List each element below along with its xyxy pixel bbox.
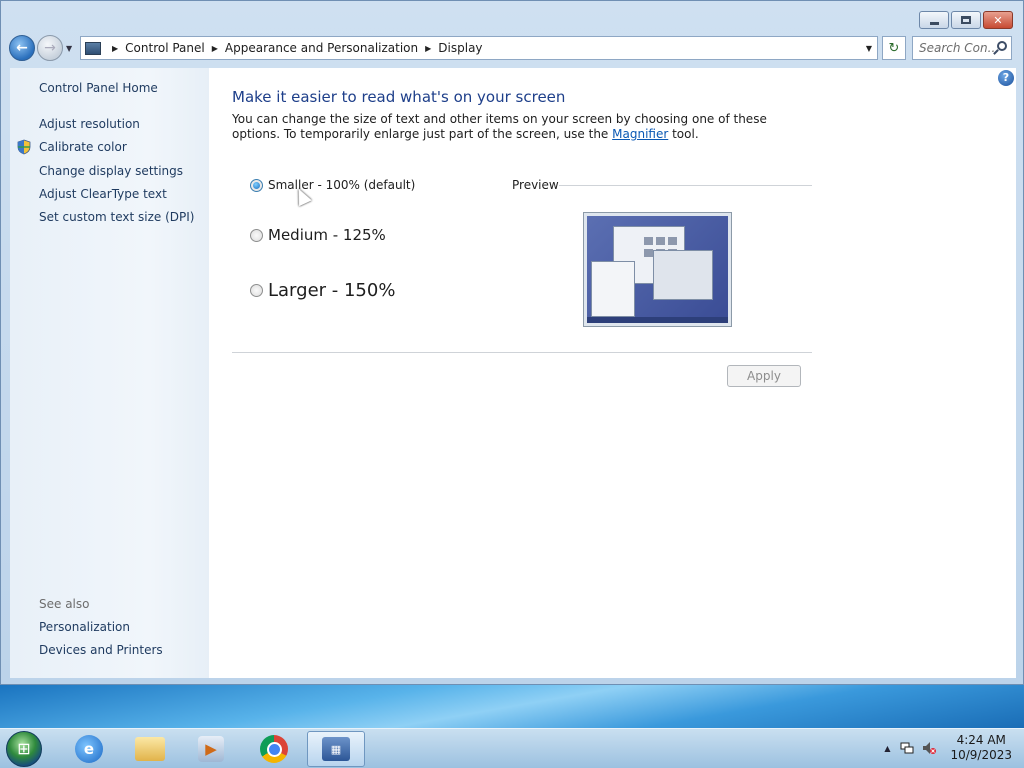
sidebar-change-display-settings[interactable]: Change display settings bbox=[39, 164, 183, 178]
sidebar-devices-printers[interactable]: Devices and Printers bbox=[39, 643, 163, 657]
sidebar-personalization[interactable]: Personalization bbox=[39, 620, 130, 634]
option-larger-label[interactable]: Larger - 150% bbox=[268, 280, 395, 301]
control-panel-icon: ▦ bbox=[322, 737, 350, 761]
option-smaller-label[interactable]: Smaller - 100% (default) bbox=[268, 178, 415, 192]
taskbar-media-player[interactable]: ▶ bbox=[182, 731, 240, 767]
taskbar-file-explorer[interactable] bbox=[121, 731, 179, 767]
maximize-button[interactable] bbox=[951, 11, 981, 29]
breadcrumb-display[interactable]: Display bbox=[438, 41, 482, 55]
preview-label: Preview bbox=[512, 178, 559, 192]
option-medium-label[interactable]: Medium - 125% bbox=[268, 226, 386, 244]
see-also-heading: See also bbox=[39, 597, 90, 611]
option-larger[interactable]: Larger - 150% bbox=[250, 280, 395, 301]
clock-date: 10/9/2023 bbox=[950, 748, 1012, 762]
clock-time: 4:24 AM bbox=[956, 733, 1006, 747]
forward-arrow-icon: → bbox=[44, 40, 56, 56]
radio-smaller[interactable] bbox=[250, 178, 263, 192]
sidebar-custom-text-size[interactable]: Set custom text size (DPI) bbox=[39, 210, 194, 224]
show-hidden-icons-icon[interactable]: ▲ bbox=[884, 744, 890, 753]
search-input[interactable]: Search Con... bbox=[912, 36, 1012, 60]
close-icon: ✕ bbox=[993, 13, 1003, 27]
chrome-icon bbox=[260, 735, 288, 763]
breadcrumb-separator-icon[interactable]: ▶ bbox=[112, 44, 118, 53]
preview-image bbox=[583, 212, 732, 327]
page-title: Make it easier to read what's on your sc… bbox=[232, 88, 566, 106]
taskbar-internet-explorer[interactable]: e bbox=[60, 731, 118, 767]
description-text-2: tool. bbox=[668, 127, 699, 141]
refresh-icon: ↻ bbox=[888, 40, 900, 56]
breadcrumb-appearance[interactable]: Appearance and Personalization bbox=[225, 41, 418, 55]
forward-button[interactable]: → bbox=[37, 35, 63, 61]
sidebar-control-panel-home[interactable]: Control Panel Home bbox=[39, 81, 158, 95]
preview-screen bbox=[587, 216, 728, 323]
folder-icon bbox=[135, 737, 165, 761]
media-player-icon: ▶ bbox=[198, 736, 224, 762]
minimize-icon bbox=[929, 21, 939, 25]
preview-window bbox=[653, 250, 713, 300]
section-divider bbox=[232, 352, 812, 353]
main-panel: ? Make it easier to read what's on your … bbox=[209, 68, 1016, 678]
minimize-button[interactable] bbox=[919, 11, 949, 29]
preview-taskbar bbox=[587, 317, 728, 323]
maximize-icon bbox=[961, 16, 971, 24]
start-button[interactable]: ⊞ bbox=[6, 731, 42, 767]
magnifier-link[interactable]: Magnifier bbox=[612, 127, 668, 141]
sidebar-adjust-cleartype[interactable]: Adjust ClearType text bbox=[39, 187, 167, 201]
network-icon[interactable] bbox=[900, 741, 914, 755]
volume-muted-icon[interactable] bbox=[922, 741, 937, 755]
recent-pages-button[interactable]: ▼ bbox=[66, 44, 76, 53]
refresh-button[interactable]: ↻ bbox=[882, 36, 906, 60]
breadcrumb-separator-icon[interactable]: ▶ bbox=[212, 44, 218, 53]
apply-button[interactable]: Apply bbox=[727, 365, 801, 387]
caption-buttons: ✕ bbox=[919, 11, 1013, 29]
close-button[interactable]: ✕ bbox=[983, 11, 1013, 29]
taskbar-chrome[interactable] bbox=[245, 731, 303, 767]
shield-icon bbox=[17, 139, 31, 155]
radio-larger[interactable] bbox=[250, 284, 263, 297]
taskbar-control-panel[interactable]: ▦ bbox=[307, 731, 365, 767]
preview-window bbox=[591, 261, 635, 317]
system-tray: ▲ 4:24 AM 10/9/2023 bbox=[884, 733, 1012, 763]
navigation-bar: ← → ▼ ▶ Control Panel ▶ Appearance and P… bbox=[9, 34, 1017, 62]
breadcrumb-separator-icon[interactable]: ▶ bbox=[425, 44, 431, 53]
sidebar-adjust-resolution[interactable]: Adjust resolution bbox=[39, 117, 140, 131]
help-icon[interactable]: ? bbox=[998, 70, 1014, 86]
control-panel-window: ✕ ← → ▼ ▶ Control Panel ▶ Appearance and… bbox=[0, 0, 1024, 685]
page-description: You can change the size of text and othe… bbox=[232, 112, 792, 142]
control-panel-icon bbox=[85, 41, 101, 55]
option-smaller[interactable]: Smaller - 100% (default) bbox=[250, 178, 415, 192]
address-dropdown-icon[interactable]: ▼ bbox=[861, 44, 877, 53]
windows-logo-icon: ⊞ bbox=[17, 739, 31, 758]
sidebar-calibrate-color[interactable]: Calibrate color bbox=[39, 140, 127, 154]
breadcrumb-control-panel[interactable]: Control Panel bbox=[125, 41, 205, 55]
chevron-down-icon: ▼ bbox=[66, 43, 73, 53]
preview-divider bbox=[559, 185, 812, 186]
internet-explorer-icon: e bbox=[75, 735, 103, 763]
search-icon[interactable] bbox=[997, 41, 1007, 51]
taskbar: ⊞ e ▶ ▦ ▲ 4:24 AM 10/9/2023 bbox=[0, 728, 1024, 768]
desktop-background bbox=[0, 685, 1024, 728]
content-area: Control Panel Home Adjust resolution Cal… bbox=[10, 68, 1016, 678]
radio-medium[interactable] bbox=[250, 228, 263, 242]
system-clock[interactable]: 4:24 AM 10/9/2023 bbox=[950, 733, 1012, 763]
back-button[interactable]: ← bbox=[9, 35, 35, 61]
back-arrow-icon: ← bbox=[16, 40, 28, 56]
option-medium[interactable]: Medium - 125% bbox=[250, 226, 386, 244]
sidebar: Control Panel Home Adjust resolution Cal… bbox=[10, 68, 209, 678]
search-placeholder: Search Con... bbox=[919, 41, 1000, 55]
address-bar[interactable]: ▶ Control Panel ▶ Appearance and Persona… bbox=[80, 36, 878, 60]
